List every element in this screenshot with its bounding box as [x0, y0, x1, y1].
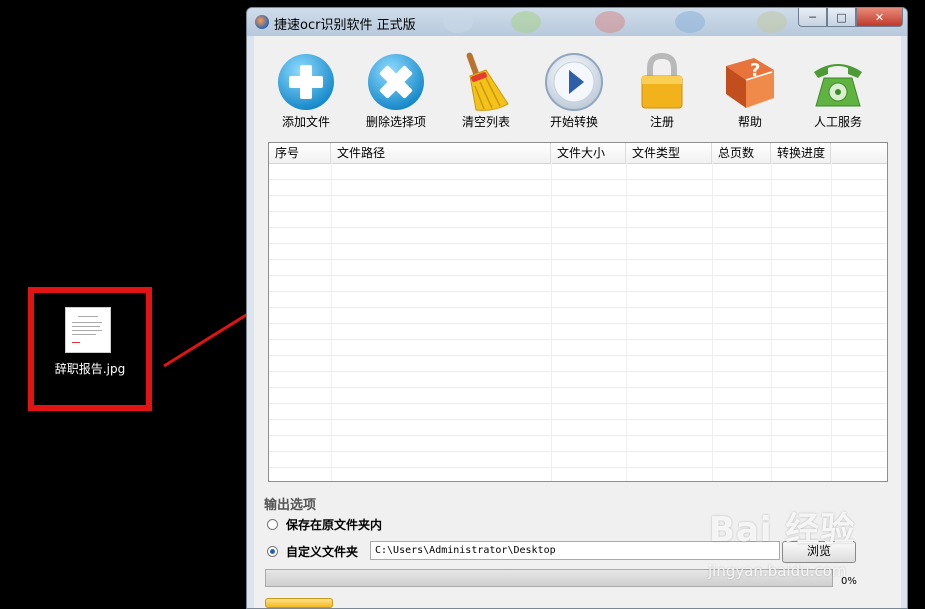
option-original-folder[interactable]: 保存在原文件夹内: [267, 515, 382, 533]
column-header-size[interactable]: 文件大小: [551, 143, 626, 163]
title-bar[interactable]: 捷速ocr识别软件 正式版 ─ □ ✕: [247, 8, 907, 36]
clear-list-label: 清空列表: [461, 115, 510, 129]
add-icon: [278, 54, 334, 110]
table-row: [269, 371, 887, 388]
titlebar-decoration: [757, 11, 787, 33]
bottom-action-button[interactable]: [265, 598, 333, 608]
manual-service-label: 人工服务: [813, 115, 862, 129]
column-header-path[interactable]: 文件路径: [331, 143, 551, 163]
table-header: 序号 文件路径 文件大小 文件类型 总页数 转换进度: [269, 143, 887, 164]
add-file-label: 添加文件: [281, 115, 330, 129]
app-logo-icon: [255, 15, 269, 29]
table-row: [269, 259, 887, 276]
minimize-button[interactable]: ─: [798, 8, 827, 27]
close-button[interactable]: ✕: [856, 8, 903, 27]
desktop-file-highlight: 辞职报告.jpg: [28, 287, 152, 411]
column-header-pages[interactable]: 总页数: [712, 143, 771, 163]
svg-text:?: ?: [750, 60, 760, 81]
delete-selected-button[interactable]: 删除选择项: [356, 48, 436, 132]
table-row: [269, 163, 887, 180]
radio-custom[interactable]: [267, 545, 278, 557]
watermark-url: jingyan.baidu.com: [708, 562, 847, 580]
play-icon: [545, 53, 603, 111]
table-row: [269, 227, 887, 244]
register-label: 注册: [649, 115, 674, 129]
table-row: [269, 323, 887, 340]
jpg-file-icon[interactable]: [66, 308, 110, 352]
delete-icon: [368, 54, 424, 110]
table-row: [269, 451, 887, 468]
table-row: [269, 339, 887, 356]
lock-icon: [641, 52, 683, 109]
table-row: [269, 179, 887, 196]
start-convert-button[interactable]: 开始转换: [534, 48, 614, 132]
window-title: 捷速ocr识别软件 正式版: [274, 18, 416, 33]
table-row: [269, 195, 887, 212]
help-label: 帮助: [737, 115, 762, 129]
table-row: [269, 467, 887, 481]
table-row: [269, 419, 887, 436]
radio-original[interactable]: [267, 518, 278, 530]
toolbar: 添加文件 删除选择项 清空列表 开始转换 注册 ? 帮助 人工服务: [254, 36, 901, 136]
baidu-watermark: Bai 经验: [709, 510, 856, 550]
desktop-file-name[interactable]: 辞职报告.jpg: [34, 360, 146, 377]
column-header-type[interactable]: 文件类型: [626, 143, 712, 163]
column-divider: [551, 163, 552, 481]
table-row: [269, 275, 887, 292]
option-custom-label: 自定义文件夹: [286, 544, 359, 559]
help-book-icon: ?: [726, 58, 774, 108]
maximize-button[interactable]: □: [827, 8, 856, 27]
titlebar-decoration: [595, 11, 625, 33]
add-file-button[interactable]: 添加文件: [266, 48, 346, 132]
register-button[interactable]: 注册: [622, 48, 702, 132]
clear-list-button[interactable]: 清空列表: [446, 48, 526, 132]
table-row: [269, 435, 887, 452]
titlebar-decoration: [675, 11, 705, 33]
column-divider: [331, 163, 332, 481]
table-row: [269, 355, 887, 372]
table-row: [269, 403, 887, 420]
column-header-progress[interactable]: 转换进度: [771, 143, 831, 163]
titlebar-decoration: [443, 11, 473, 33]
manual-service-button[interactable]: 人工服务: [798, 48, 878, 132]
delete-selected-label: 删除选择项: [365, 115, 426, 129]
telephone-icon: [814, 64, 862, 107]
output-section-label: 输出选项: [264, 498, 317, 513]
table-row: [269, 291, 887, 308]
column-divider: [626, 163, 627, 481]
table-row: [269, 307, 887, 324]
broom-icon: [466, 52, 509, 111]
option-original-label: 保存在原文件夹内: [286, 517, 383, 532]
table-row: [269, 211, 887, 228]
column-header-index[interactable]: 序号: [269, 143, 331, 163]
help-button[interactable]: ? 帮助: [710, 48, 790, 132]
column-divider: [712, 163, 713, 481]
file-list-table[interactable]: 序号 文件路径 文件大小 文件类型 总页数 转换进度: [268, 142, 888, 482]
start-convert-label: 开始转换: [549, 115, 598, 129]
column-divider: [831, 163, 832, 481]
titlebar-decoration: [511, 11, 541, 33]
table-row: [269, 243, 887, 260]
table-row: [269, 387, 887, 404]
option-custom-folder[interactable]: 自定义文件夹: [267, 542, 358, 560]
column-divider: [771, 163, 772, 481]
